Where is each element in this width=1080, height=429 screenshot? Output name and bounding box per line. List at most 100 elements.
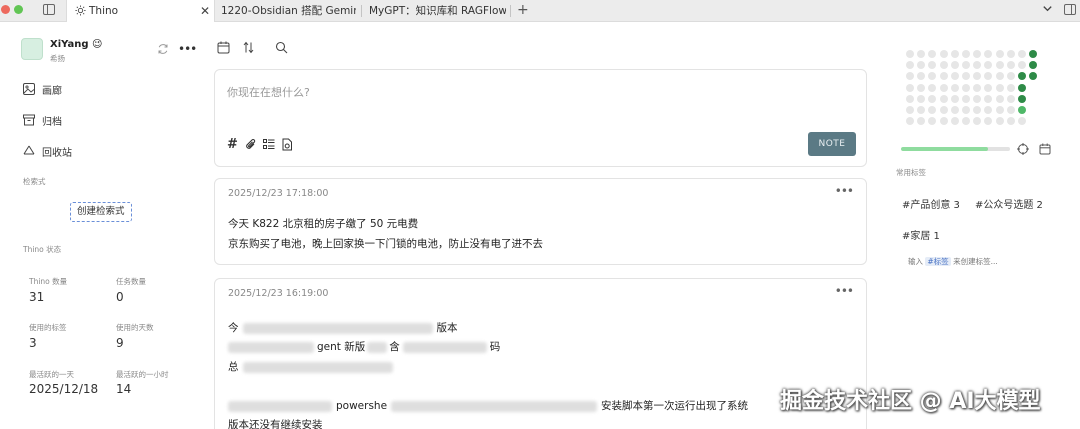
heatmap-cell[interactable] <box>917 94 926 103</box>
heatmap-cell[interactable] <box>906 117 914 126</box>
tag-item[interactable]: #家居 1 <box>902 227 940 242</box>
heatmap-cell[interactable] <box>939 83 948 92</box>
tag-item[interactable]: #公众号选题 2 <box>975 196 1043 211</box>
heatmap-cell[interactable] <box>950 83 959 92</box>
heatmap-cell[interactable] <box>939 94 948 103</box>
heatmap-cell[interactable] <box>917 83 926 92</box>
heatmap-cell[interactable] <box>950 117 959 126</box>
heatmap-cell[interactable] <box>1018 94 1026 103</box>
heatmap-cell[interactable] <box>995 106 1004 114</box>
heatmap-cell[interactable] <box>995 72 1004 81</box>
heatmap-cell[interactable] <box>1029 50 1038 58</box>
heatmap-cell[interactable] <box>906 50 914 58</box>
tab-thino[interactable]: Thino ✕ <box>66 0 215 22</box>
editor-input[interactable]: 你现在在想什么? <box>227 84 310 100</box>
heatmap-cell[interactable] <box>950 106 959 114</box>
memo-more-icon[interactable]: ••• <box>835 284 854 298</box>
heatmap-cell[interactable] <box>962 83 970 92</box>
heatmap-cell[interactable] <box>973 61 982 70</box>
heatmap-cell[interactable] <box>950 72 959 81</box>
heatmap-cell[interactable] <box>1006 83 1015 92</box>
heatmap-cell[interactable] <box>1006 50 1015 58</box>
checklist-icon[interactable] <box>263 138 275 151</box>
avatar[interactable] <box>21 38 43 60</box>
heatmap-cell[interactable] <box>928 106 937 114</box>
heatmap-cell[interactable] <box>984 50 993 58</box>
close-window-button[interactable] <box>1 5 10 14</box>
heatmap-cell[interactable] <box>1006 106 1015 114</box>
heatmap-cell[interactable] <box>939 50 948 58</box>
heatmap-cell[interactable] <box>950 50 959 58</box>
heatmap-cell[interactable] <box>917 61 926 70</box>
heatmap-cell[interactable] <box>984 117 993 126</box>
heatmap-cell[interactable] <box>962 94 970 103</box>
nav-item-gallery[interactable]: 画廊 <box>23 81 62 97</box>
heatmap-cell[interactable] <box>928 94 937 103</box>
heatmap-cell[interactable] <box>962 106 970 114</box>
heatmap-cell[interactable] <box>995 83 1004 92</box>
nav-item-archive[interactable]: 归档 <box>23 112 62 128</box>
heatmap-cell[interactable] <box>928 61 937 70</box>
heatmap-cell[interactable] <box>995 94 1004 103</box>
heatmap-cell[interactable] <box>928 50 937 58</box>
heatmap-cell[interactable] <box>962 117 970 126</box>
heatmap-cell[interactable] <box>1006 72 1015 81</box>
heatmap-cell[interactable] <box>984 72 993 81</box>
heatmap-cell[interactable] <box>995 61 1004 70</box>
calendar-icon[interactable] <box>1039 143 1051 155</box>
heatmap-cell[interactable] <box>984 83 993 92</box>
heatmap-cell[interactable] <box>1018 50 1026 58</box>
chevron-down-icon[interactable] <box>1041 2 1054 15</box>
heatmap-cell[interactable] <box>973 72 982 81</box>
tab-mygpt[interactable]: MyGPT：知识库和 RAGFlow ... <box>366 0 506 22</box>
memo-more-icon[interactable]: ••• <box>835 184 854 198</box>
heatmap-cell[interactable] <box>917 117 926 126</box>
more-options-icon[interactable]: ••• <box>178 42 197 56</box>
right-sidebar-toggle-icon[interactable] <box>1064 4 1076 15</box>
tab-obsidian-gemini[interactable]: 1220-Obsidian 搭配 Gemini ... <box>216 0 356 22</box>
heatmap-cell[interactable] <box>1006 117 1015 126</box>
nav-item-recycle-bin[interactable]: 回收站 <box>23 143 72 159</box>
heatmap-cell[interactable] <box>1018 72 1026 81</box>
tag-item[interactable]: #产品创意 3 <box>902 196 960 211</box>
heatmap-cell[interactable] <box>962 50 970 58</box>
heatmap-cell[interactable] <box>906 94 914 103</box>
heatmap-cell[interactable] <box>939 117 948 126</box>
heatmap-cell[interactable] <box>1018 117 1026 126</box>
heatmap-cell[interactable] <box>984 61 993 70</box>
heatmap-cell[interactable] <box>906 83 914 92</box>
heatmap-cell[interactable] <box>1029 61 1038 70</box>
heatmap-cell[interactable] <box>928 117 937 126</box>
memo-card[interactable]: 2025/12/23 16:19:00 ••• 今版本 gent 新版含码 总 … <box>214 278 867 429</box>
close-tab-icon[interactable]: ✕ <box>200 0 210 22</box>
heatmap-cell[interactable] <box>973 83 982 92</box>
heatmap-cell[interactable] <box>995 50 1004 58</box>
heatmap-cell[interactable] <box>928 72 937 81</box>
heatmap-cell[interactable] <box>1006 61 1015 70</box>
heatmap-cell[interactable] <box>1006 94 1015 103</box>
search-icon[interactable] <box>275 41 288 54</box>
heatmap-cell[interactable] <box>973 94 982 103</box>
attachment-icon[interactable] <box>245 138 257 151</box>
heatmap-cell[interactable] <box>1018 83 1026 92</box>
crosshair-icon[interactable] <box>1017 143 1029 155</box>
heatmap-cell[interactable] <box>973 117 982 126</box>
heatmap-cell[interactable] <box>906 72 914 81</box>
sort-icon[interactable] <box>242 41 255 54</box>
zoom-window-button[interactable] <box>14 5 23 14</box>
sync-icon[interactable] <box>157 43 169 55</box>
create-search-button[interactable]: 创建检索式 <box>70 202 132 222</box>
heatmap-cell[interactable] <box>917 50 926 58</box>
heatmap-cell[interactable] <box>917 106 926 114</box>
heatmap-cell[interactable] <box>917 72 926 81</box>
heatmap-cell[interactable] <box>939 72 948 81</box>
memo-card[interactable]: 2025/12/23 17:18:00 ••• 今天 K822 北京租的房子缴了… <box>214 178 867 265</box>
heatmap-cell[interactable] <box>984 106 993 114</box>
heatmap-cell[interactable] <box>973 50 982 58</box>
heatmap-cell[interactable] <box>950 94 959 103</box>
file-icon[interactable] <box>281 138 293 151</box>
memo-editor[interactable]: 你现在在想什么? # NOTE <box>214 69 867 167</box>
heatmap-cell[interactable] <box>906 61 914 70</box>
new-tab-icon[interactable]: + <box>517 0 529 20</box>
heatmap-cell[interactable] <box>906 106 914 114</box>
